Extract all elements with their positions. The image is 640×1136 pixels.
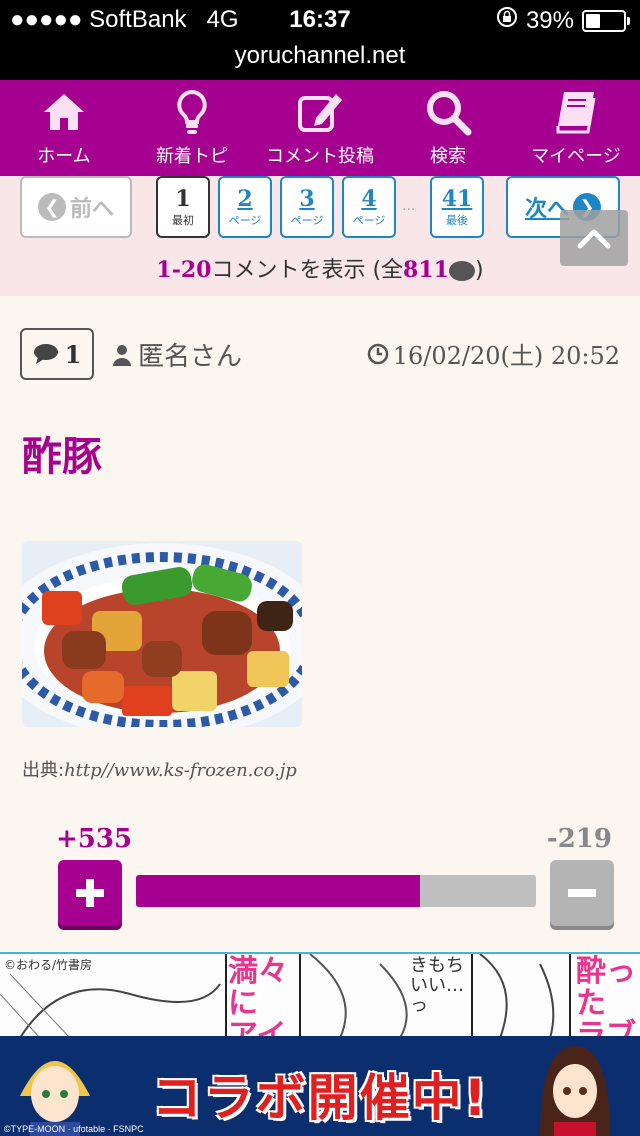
- image-source: 出典:http//www.ks-frozen.co.jp: [22, 756, 297, 782]
- speech-bubble-icon: [33, 344, 58, 364]
- scroll-to-top-button[interactable]: [560, 210, 628, 266]
- plus-icon: [76, 879, 104, 907]
- plus-vote-button[interactable]: [58, 860, 122, 926]
- page-num: 1: [175, 186, 191, 212]
- manga-ad-banner[interactable]: ©おわる/竹書房 満々に アイツ きもちいい…っ 酔った ラブホ: [0, 952, 640, 1038]
- speech-bubble-icon: [448, 261, 475, 281]
- nav-mypage-label: マイページ: [531, 146, 621, 167]
- ad-text-3: 酔った ラブホ: [576, 954, 636, 1039]
- vote-ratio-fill: [136, 875, 420, 907]
- total-count: 811: [403, 257, 449, 283]
- chevron-left-icon: ❮: [37, 193, 66, 221]
- nav-new-topics-label: 新着トピ: [156, 146, 228, 167]
- book-icon: [556, 92, 596, 134]
- nav-post-comment[interactable]: コメント投稿: [256, 80, 384, 176]
- page-link-3[interactable]: 3 ページ: [280, 176, 334, 238]
- page-num: 4: [361, 186, 377, 212]
- nav-home[interactable]: ホーム: [0, 80, 128, 176]
- page-sub: 最後: [446, 214, 468, 227]
- page-sub: ページ: [290, 214, 324, 227]
- page-num: 2: [237, 186, 253, 212]
- pager: ❮ 前へ 1 最初 2 ページ 3 ページ 4 ページ ... 41 最後 次へ…: [0, 176, 640, 296]
- minus-icon: [568, 889, 596, 897]
- minus-vote-button[interactable]: [550, 860, 614, 926]
- page-url[interactable]: yoruchannel.net: [0, 42, 640, 70]
- page-sub: ページ: [228, 214, 262, 227]
- pager-ellipsis: ...: [402, 198, 416, 214]
- ad-text-2: きもちいい…っ: [410, 955, 464, 1016]
- prev-label: 前へ: [69, 197, 114, 222]
- page-link-4[interactable]: 4 ページ: [342, 176, 396, 238]
- page-num: 41: [441, 186, 473, 212]
- banner-copyright: ©TYPE-MOON · ufotable · FSNPC: [4, 1124, 144, 1134]
- source-label: 出典:: [22, 760, 65, 781]
- comment-count: 1-20コメントを表示 (全811): [0, 252, 640, 284]
- main-nav: ホーム 新着トピ コメント投稿 検索 マイページ: [0, 80, 640, 176]
- nav-mypage[interactable]: マイページ: [512, 80, 640, 176]
- range-text: コメントを表示 (全: [211, 258, 404, 283]
- page-link-1[interactable]: 1 最初: [156, 176, 210, 238]
- page-link-last[interactable]: 41 最後: [430, 176, 484, 238]
- comment-author: 匿名さん: [112, 336, 242, 373]
- page-sub: ページ: [352, 214, 386, 227]
- plus-count: +535: [56, 824, 133, 854]
- ad-text-1: 満々に アイツ: [228, 954, 288, 1039]
- sweet-and-sour-pork-photo: [22, 541, 302, 727]
- clock-icon: [367, 343, 388, 364]
- collab-ad-banner[interactable]: コラボ開催中! ©TYPE-MOON · ufotable · FSNPC: [0, 1036, 640, 1136]
- nav-search-label: 検索: [430, 146, 466, 167]
- comment-date: 16/02/20(土) 20:52: [367, 336, 620, 371]
- nav-post-comment-label: コメント投稿: [266, 146, 374, 167]
- battery-icon: [582, 9, 630, 32]
- rotation-lock-icon: [496, 6, 518, 35]
- user-icon: [113, 344, 131, 366]
- comment-header: 1 匿名さん 16/02/20(土) 20:52: [20, 328, 620, 380]
- page-sub: 最初: [172, 214, 194, 227]
- range-label: 1-20: [156, 257, 212, 283]
- source-url[interactable]: http//www.ks-frozen.co.jp: [64, 760, 297, 781]
- comment-title: 酢豚: [22, 434, 102, 480]
- nav-home-label: ホーム: [37, 146, 91, 167]
- prev-button[interactable]: ❮ 前へ: [20, 176, 132, 238]
- chevron-up-icon: [577, 229, 611, 249]
- comment-image[interactable]: [22, 541, 302, 727]
- battery-percent: 39%: [525, 6, 574, 34]
- manga-art: [0, 954, 640, 1038]
- lightbulb-icon: [177, 89, 207, 134]
- ad-credit: ©おわる/竹書房: [4, 956, 93, 973]
- minus-count: -219: [546, 824, 612, 854]
- home-icon: [44, 94, 84, 130]
- date-text: 16/02/20(土) 20:52: [392, 342, 620, 370]
- comment-number: 1: [64, 339, 82, 369]
- close-paren: ): [474, 258, 484, 283]
- author-name: 匿名さん: [138, 342, 243, 372]
- page-num: 3: [299, 186, 315, 212]
- battery-area: 39%: [496, 6, 630, 35]
- banner-headline: コラボ開催中!: [151, 1069, 489, 1127]
- page-link-2[interactable]: 2 ページ: [218, 176, 272, 238]
- nav-search[interactable]: 検索: [384, 80, 512, 176]
- status-bar: ●●●●● SoftBank 4G 16:37 39% yoruchannel.…: [0, 0, 640, 80]
- comment-number-badge[interactable]: 1: [20, 328, 94, 380]
- vote-ratio-bar: [136, 875, 536, 907]
- edit-icon: [298, 94, 342, 132]
- nav-new-topics[interactable]: 新着トピ: [128, 80, 256, 176]
- search-icon: [427, 91, 472, 136]
